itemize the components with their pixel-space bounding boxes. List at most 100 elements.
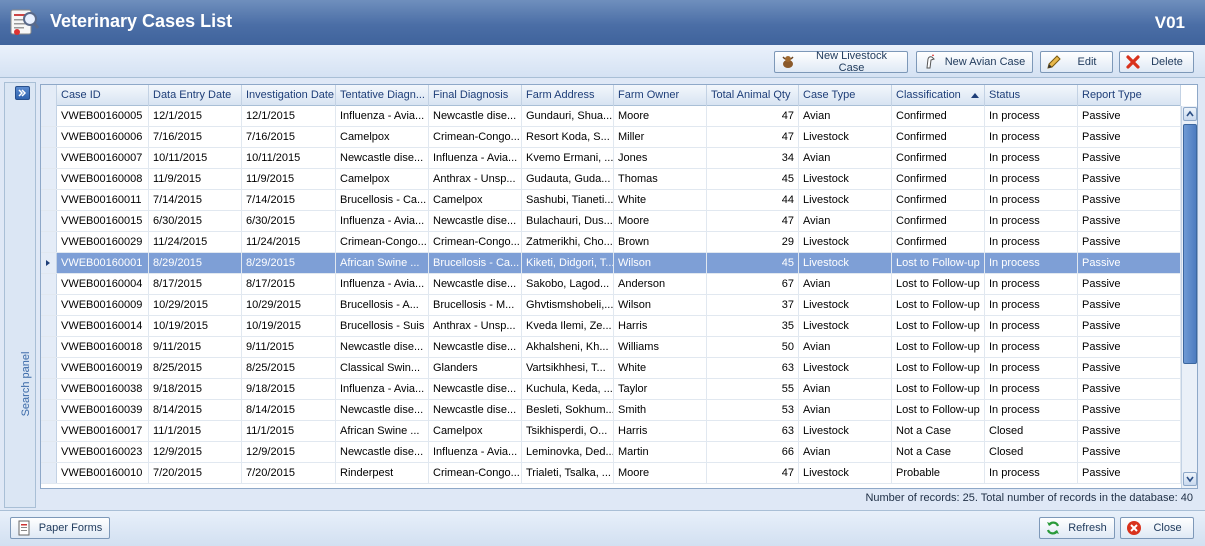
table-cell[interactable]: Rinderpest [336,463,429,483]
table-cell[interactable]: In process [985,337,1078,357]
table-cell[interactable]: White [614,358,707,378]
row-indicator[interactable] [41,400,57,420]
table-cell[interactable]: 9/18/2015 [242,379,336,399]
table-cell[interactable]: 55 [707,379,799,399]
row-indicator[interactable] [41,295,57,315]
table-cell[interactable]: 53 [707,400,799,420]
table-cell[interactable]: 47 [707,127,799,147]
row-indicator[interactable] [41,358,57,378]
table-cell[interactable]: Influenza - Avia... [336,106,429,126]
table-cell[interactable]: Passive [1078,106,1181,126]
table-cell[interactable]: Passive [1078,232,1181,252]
table-cell[interactable]: Lost to Follow-up [892,337,985,357]
row-indicator[interactable] [41,253,57,273]
table-cell[interactable]: Confirmed [892,127,985,147]
table-cell[interactable]: 8/25/2015 [242,358,336,378]
table-cell[interactable]: 47 [707,463,799,483]
table-cell[interactable]: Newcastle dise... [336,337,429,357]
cases-grid[interactable]: Case ID Data Entry Date Investigation Date… [40,84,1198,489]
table-cell[interactable]: Lost to Follow-up [892,253,985,273]
table-cell[interactable]: Passive [1078,211,1181,231]
table-cell[interactable]: Kuchula, Keda, ... [522,379,614,399]
scroll-up-button[interactable] [1183,107,1197,121]
table-cell[interactable]: 10/29/2015 [242,295,336,315]
row-indicator[interactable] [41,274,57,294]
table-cell[interactable]: 12/9/2015 [242,442,336,462]
table-cell[interactable]: Confirmed [892,232,985,252]
row-indicator[interactable] [41,442,57,462]
column-header[interactable]: Case ID [57,85,149,106]
table-cell[interactable]: Passive [1078,463,1181,483]
table-cell[interactable]: In process [985,358,1078,378]
table-cell[interactable]: VWEB00160005 [57,106,149,126]
table-cell[interactable]: Livestock [799,358,892,378]
table-cell[interactable]: 9/11/2015 [242,337,336,357]
table-cell[interactable]: VWEB00160004 [57,274,149,294]
table-cell[interactable]: Jones [614,148,707,168]
table-cell[interactable]: Livestock [799,190,892,210]
table-cell[interactable]: Passive [1078,274,1181,294]
table-cell[interactable]: 11/24/2015 [149,232,242,252]
table-cell[interactable]: Passive [1078,421,1181,441]
table-cell[interactable]: In process [985,169,1078,189]
table-row[interactable]: VWEB00160004 8/17/2015 8/17/2015 Influenza … [41,274,1181,295]
refresh-button[interactable]: Refresh [1039,517,1115,539]
column-header[interactable]: Case Type [799,85,892,106]
table-cell[interactable]: Passive [1078,190,1181,210]
table-cell[interactable]: Influenza - Avia... [336,379,429,399]
table-cell[interactable]: Passive [1078,379,1181,399]
table-row[interactable]: VWEB00160006 7/16/2015 7/16/2015 Camelpox Cr… [41,127,1181,148]
table-cell[interactable]: VWEB00160009 [57,295,149,315]
table-cell[interactable]: 6/30/2015 [149,211,242,231]
table-cell[interactable]: 7/14/2015 [149,190,242,210]
table-cell[interactable]: 7/20/2015 [149,463,242,483]
table-cell[interactable]: VWEB00160029 [57,232,149,252]
table-cell[interactable]: Closed [985,442,1078,462]
table-cell[interactable]: 45 [707,169,799,189]
table-cell[interactable]: Smith [614,400,707,420]
table-cell[interactable]: 6/30/2015 [242,211,336,231]
table-row[interactable]: VWEB00160007 10/11/2015 10/11/2015 Newcastl… [41,148,1181,169]
table-cell[interactable]: 7/14/2015 [242,190,336,210]
expand-search-panel-button[interactable] [15,86,30,100]
table-cell[interactable]: In process [985,295,1078,315]
table-row[interactable]: VWEB00160019 8/25/2015 8/25/2015 Classical … [41,358,1181,379]
table-cell[interactable]: Confirmed [892,211,985,231]
table-cell[interactable]: Not a Case [892,442,985,462]
table-cell[interactable]: Livestock [799,169,892,189]
table-cell[interactable]: Wilson [614,295,707,315]
table-cell[interactable]: VWEB00160007 [57,148,149,168]
table-cell[interactable]: African Swine ... [336,253,429,273]
table-cell[interactable]: 34 [707,148,799,168]
table-row[interactable]: VWEB00160011 7/14/2015 7/14/2015 Brucellosi… [41,190,1181,211]
table-cell[interactable]: 44 [707,190,799,210]
table-row[interactable]: VWEB00160018 9/11/2015 9/11/2015 Newcastle … [41,337,1181,358]
table-cell[interactable]: In process [985,274,1078,294]
table-cell[interactable]: Moore [614,106,707,126]
table-cell[interactable]: Brucellosis - Ca... [336,190,429,210]
table-cell[interactable]: Livestock [799,316,892,336]
table-cell[interactable]: 10/19/2015 [149,316,242,336]
table-cell[interactable]: Brown [614,232,707,252]
table-cell[interactable]: 12/1/2015 [149,106,242,126]
table-cell[interactable]: 10/29/2015 [149,295,242,315]
table-row[interactable]: VWEB00160029 11/24/2015 11/24/2015 Crimean-… [41,232,1181,253]
table-cell[interactable]: Confirmed [892,106,985,126]
table-cell[interactable]: Thomas [614,169,707,189]
table-cell[interactable]: Camelpox [429,421,522,441]
table-cell[interactable]: Gudauta, Guda... [522,169,614,189]
table-cell[interactable]: Glanders [429,358,522,378]
row-indicator[interactable] [41,127,57,147]
table-cell[interactable]: Crimean-Congo... [429,127,522,147]
table-cell[interactable]: Brucellosis - A... [336,295,429,315]
table-cell[interactable]: Newcastle dise... [429,400,522,420]
row-indicator[interactable] [41,211,57,231]
table-cell[interactable]: Confirmed [892,169,985,189]
table-cell[interactable]: Crimean-Congo... [429,463,522,483]
table-cell[interactable]: Livestock [799,232,892,252]
table-cell[interactable]: Influenza - Avia... [429,442,522,462]
table-cell[interactable]: 45 [707,253,799,273]
table-cell[interactable]: Confirmed [892,190,985,210]
table-cell[interactable]: In process [985,232,1078,252]
table-cell[interactable]: Livestock [799,127,892,147]
